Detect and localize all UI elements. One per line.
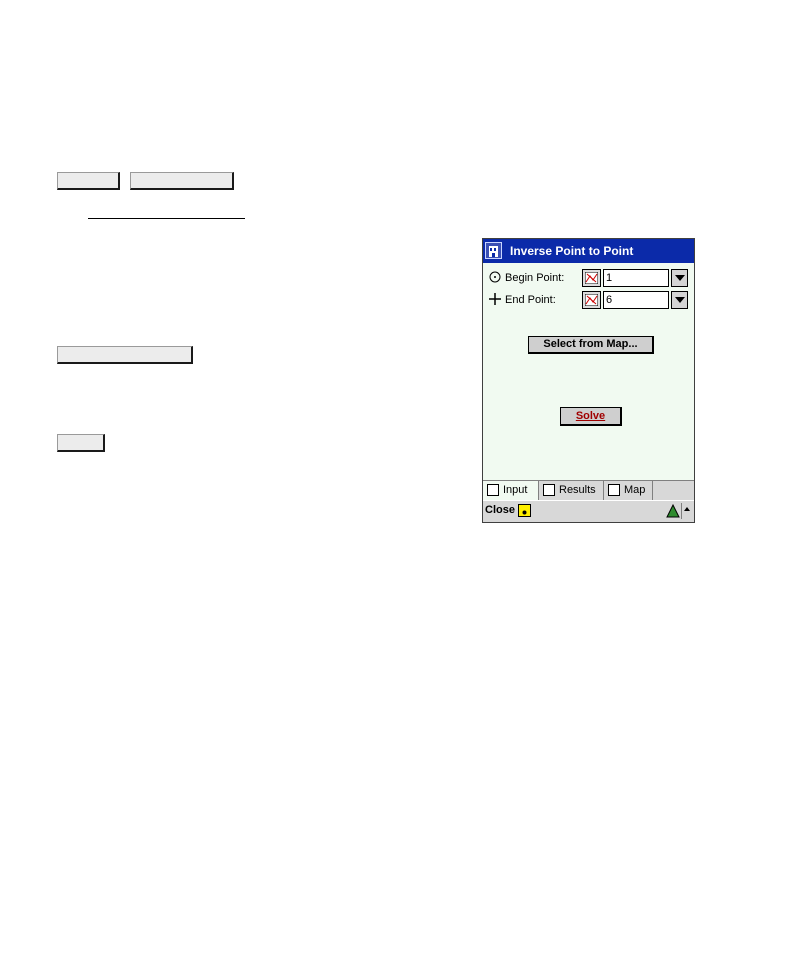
close-button[interactable]: Close — [485, 504, 515, 516]
begin-point-dropdown-button[interactable] — [671, 269, 688, 287]
tab-input-label: Input — [503, 484, 528, 496]
placeholder-button — [57, 172, 120, 190]
sun-icon[interactable] — [518, 504, 531, 517]
tab-map[interactable]: Map — [604, 481, 653, 500]
solve-button[interactable]: Solve — [560, 407, 622, 426]
begin-point-label: Begin Point: — [505, 272, 565, 284]
tab-input[interactable]: Input — [483, 481, 539, 500]
select-from-map-button[interactable]: Select from Map... — [528, 336, 654, 354]
end-point-input[interactable]: 6 — [603, 291, 669, 309]
pocket-pc-window: Inverse Point to Point Begin Point: 1 En… — [482, 238, 695, 523]
end-point-map-pick-button[interactable] — [582, 291, 601, 309]
app-icon — [485, 242, 502, 259]
end-point-icon — [489, 292, 501, 308]
placeholder-button — [57, 434, 105, 452]
placeholder-button — [130, 172, 234, 190]
map-tab-icon — [608, 484, 620, 496]
placeholder-button — [57, 346, 193, 364]
begin-point-map-pick-button[interactable] — [582, 269, 601, 287]
input-tab-icon — [487, 484, 499, 496]
begin-point-icon — [489, 270, 501, 286]
tab-results[interactable]: Results — [539, 481, 604, 500]
tab-results-label: Results — [559, 484, 596, 496]
tab-strip: Input Results Map — [483, 480, 694, 500]
title-bar: Inverse Point to Point — [483, 239, 694, 263]
input-panel-icon[interactable] — [666, 503, 680, 523]
end-point-dropdown-button[interactable] — [671, 291, 688, 309]
window-title: Inverse Point to Point — [510, 244, 634, 258]
end-point-label: End Point: — [505, 294, 556, 306]
tab-map-label: Map — [624, 484, 646, 496]
results-tab-icon — [543, 484, 555, 496]
placeholder-line — [88, 218, 245, 219]
command-bar: Close — [483, 500, 694, 522]
begin-point-input[interactable]: 1 — [603, 269, 669, 287]
command-bar-separator — [681, 503, 682, 519]
arrow-up-icon[interactable] — [684, 507, 690, 511]
